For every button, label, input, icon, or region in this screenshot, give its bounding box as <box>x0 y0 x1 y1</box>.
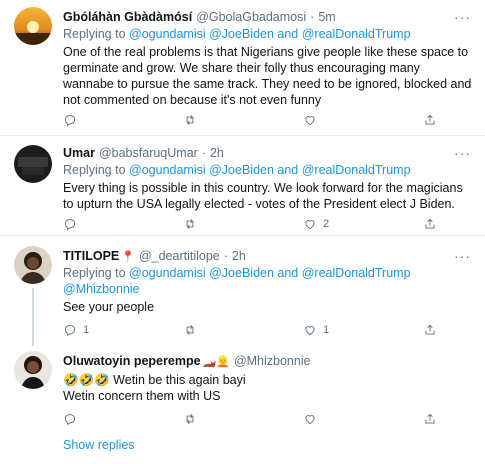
retweet-icon <box>186 414 194 424</box>
more-options-icon[interactable]: ··· <box>454 146 471 160</box>
replying-to-line2-wrap: @Mhizbonnie <box>63 281 473 297</box>
like-button[interactable]: 1 <box>303 323 383 337</box>
retweet-button[interactable] <box>183 113 263 127</box>
retweet-button[interactable] <box>183 412 263 426</box>
heart-icon <box>305 220 315 230</box>
avatar[interactable] <box>14 145 52 183</box>
reply-button[interactable] <box>63 412 143 426</box>
more-options-icon[interactable]: ··· <box>454 10 471 24</box>
tweet-actions: 2 <box>63 216 443 232</box>
share-button[interactable] <box>423 323 443 337</box>
tweet-text-line1: 🤣🤣🤣 Wetin be this again bayi <box>63 373 246 387</box>
heart-icon <box>305 116 315 126</box>
tweet-actions <box>63 112 443 128</box>
reply-button[interactable] <box>63 217 143 231</box>
person-avatar-image <box>14 351 52 389</box>
reply-icon <box>64 219 76 231</box>
avatar[interactable] <box>14 246 52 284</box>
retweet-icon <box>186 115 194 125</box>
share-button[interactable] <box>423 412 443 426</box>
dark-avatar-image <box>14 145 52 183</box>
tweet-4[interactable]: Oluwatoyin peperempe 🏎️👱 @Mhizbonnie 🤣🤣🤣… <box>0 342 485 464</box>
share-icon <box>425 218 435 229</box>
reply-icon <box>64 115 76 127</box>
tweet-1[interactable]: Gbóláhàn Gbàdàmósí @GbolaGbadamosi · 5m … <box>0 0 485 136</box>
tweet-text-line2: Wetin concern them with US <box>63 389 221 403</box>
display-name[interactable]: Umar <box>63 145 95 161</box>
retweet-button[interactable] <box>183 217 263 231</box>
retweet-icon <box>186 219 194 229</box>
replying-to: Replying to @ogundamisi @JoeBiden and @r… <box>63 162 473 178</box>
like-button[interactable]: 2 <box>303 217 383 231</box>
tweet-text: See your people <box>63 300 155 314</box>
avatar[interactable] <box>14 351 52 389</box>
name-emoji: 🏎️👱 <box>202 356 230 368</box>
timestamp[interactable]: 2h <box>232 248 246 264</box>
timestamp[interactable]: 5m <box>318 9 335 25</box>
replying-prefix: Replying to <box>63 266 126 280</box>
show-replies-link[interactable]: Show replies <box>63 438 135 452</box>
share-button[interactable] <box>423 217 443 231</box>
share-icon <box>425 114 435 125</box>
replying-to: Replying to @ogundamisi @JoeBiden and @r… <box>63 265 473 281</box>
share-icon <box>425 324 435 335</box>
retweet-button[interactable] <box>183 323 263 337</box>
tweet-header: TITILOPE 📍 @_deartitilope · 2h <box>63 248 473 264</box>
tweet-2[interactable]: Umar @babsfaruqUmar · 2h Replying to @og… <box>0 136 485 236</box>
thread-line <box>32 288 34 346</box>
separator-dot: · <box>223 249 228 263</box>
display-name[interactable]: Oluwatoyin peperempe <box>63 353 201 369</box>
sunset-avatar-image <box>14 7 52 45</box>
tweet-header: Gbóláhàn Gbàdàmósí @GbolaGbadamosi · 5m <box>63 9 473 25</box>
display-name[interactable]: Gbóláhàn Gbàdàmósí <box>63 9 192 25</box>
reply-icon <box>64 325 76 337</box>
share-icon <box>425 413 435 424</box>
display-name[interactable]: TITILOPE <box>63 248 119 264</box>
reply-button[interactable] <box>63 113 143 127</box>
person-avatar-image <box>14 246 52 284</box>
replying-to-link-mhizbonnie[interactable]: @Mhizbonnie <box>63 282 140 296</box>
user-handle[interactable]: @_deartitilope <box>139 248 220 264</box>
like-button[interactable] <box>303 113 383 127</box>
separator-dot: · <box>201 146 206 160</box>
avatar[interactable] <box>14 7 52 45</box>
share-button[interactable] <box>423 113 443 127</box>
user-handle[interactable]: @Mhizbonnie <box>234 353 311 369</box>
timestamp[interactable]: 2h <box>210 145 224 161</box>
separator-dot: · <box>310 10 315 24</box>
tweet-actions <box>63 411 443 427</box>
retweet-icon <box>186 325 194 335</box>
tweet-actions: 1 1 <box>63 322 443 338</box>
replying-prefix: Replying to <box>63 27 126 41</box>
tweet-3[interactable]: TITILOPE 📍 @_deartitilope · 2h Replying … <box>0 236 485 346</box>
like-button[interactable] <box>303 412 383 426</box>
tweet-text: Every thing is possible in this country.… <box>63 181 463 211</box>
like-count: 1 <box>323 324 330 336</box>
replying-to: Replying to @ogundamisi @JoeBiden and @r… <box>63 26 473 42</box>
tweet-header: Umar @babsfaruqUmar · 2h <box>63 145 473 161</box>
tweet-header: Oluwatoyin peperempe 🏎️👱 @Mhizbonnie <box>63 353 473 369</box>
replying-to-links[interactable]: @ogundamisi @JoeBiden and @realDonaldTru… <box>129 266 411 280</box>
heart-icon <box>305 326 315 336</box>
replying-to-links[interactable]: @ogundamisi @JoeBiden and @realDonaldTru… <box>129 27 411 41</box>
reply-button[interactable]: 1 <box>63 323 143 337</box>
pin-icon: 📍 <box>121 251 135 263</box>
user-handle[interactable]: @babsfaruqUmar <box>99 145 198 161</box>
reply-icon <box>64 414 76 426</box>
replying-to-links[interactable]: @ogundamisi @JoeBiden and @realDonaldTru… <box>129 163 411 177</box>
replying-prefix: Replying to <box>63 163 126 177</box>
heart-icon <box>305 415 315 425</box>
user-handle[interactable]: @GbolaGbadamosi <box>196 9 306 25</box>
like-count: 2 <box>323 218 330 230</box>
tweet-text: One of the real problems is that Nigeria… <box>63 45 472 107</box>
more-options-icon[interactable]: ··· <box>454 249 471 263</box>
reply-count: 1 <box>83 324 90 336</box>
